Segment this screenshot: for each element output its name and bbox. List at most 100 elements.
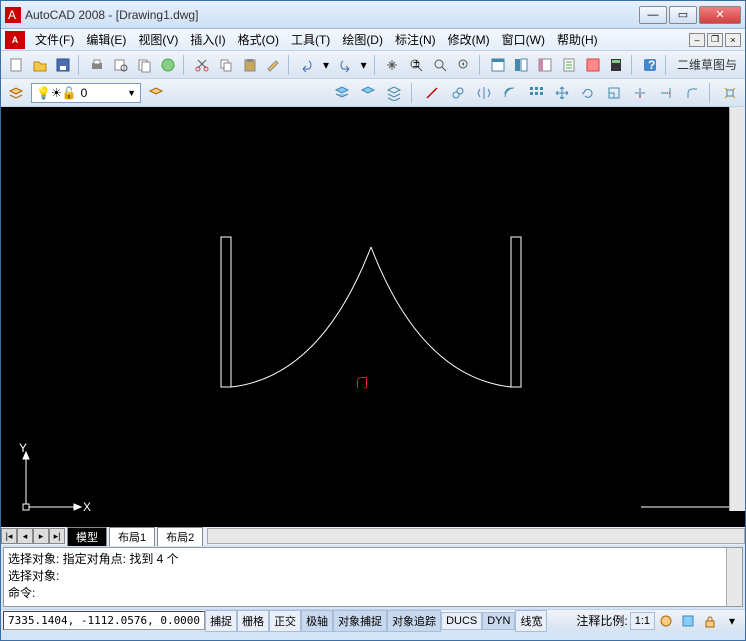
mdi-restore-button[interactable]: ❐ bbox=[707, 33, 723, 47]
menu-insert[interactable]: 插入(I) bbox=[184, 29, 231, 50]
tab-layout1[interactable]: 布局1 bbox=[109, 527, 155, 546]
paste-button[interactable] bbox=[239, 54, 261, 76]
standard-toolbar: ▾ ▾ ± ? 二维草图与 bbox=[1, 51, 745, 79]
axis-x-label: X bbox=[83, 500, 91, 514]
menu-window[interactable]: 窗口(W) bbox=[496, 29, 551, 50]
sheet-set-button[interactable] bbox=[558, 54, 580, 76]
status-ortho[interactable]: 正交 bbox=[269, 610, 301, 632]
menu-help[interactable]: 帮助(H) bbox=[551, 29, 604, 50]
tool-palette-button[interactable] bbox=[534, 54, 556, 76]
redo-button[interactable] bbox=[334, 54, 356, 76]
menu-format[interactable]: 格式(O) bbox=[232, 29, 285, 50]
svg-text:?: ? bbox=[648, 58, 655, 72]
copy-button[interactable] bbox=[215, 54, 237, 76]
layer-props-button[interactable] bbox=[5, 82, 27, 104]
markup-button[interactable] bbox=[582, 54, 604, 76]
menu-draw[interactable]: 绘图(D) bbox=[336, 29, 389, 50]
bulb-icon: 💡 bbox=[36, 86, 51, 100]
status-ducs[interactable]: DUCS bbox=[441, 612, 482, 630]
calc-button[interactable] bbox=[605, 54, 627, 76]
status-polar[interactable]: 极轴 bbox=[301, 610, 333, 632]
zoom-realtime-button[interactable]: ± bbox=[405, 54, 427, 76]
save-button[interactable] bbox=[53, 54, 75, 76]
anno-auto-button[interactable] bbox=[677, 610, 699, 632]
minimize-button[interactable]: — bbox=[639, 6, 667, 24]
match-button[interactable] bbox=[263, 54, 285, 76]
new-button[interactable] bbox=[5, 54, 27, 76]
properties-button[interactable] bbox=[487, 54, 509, 76]
menu-edit[interactable]: 编辑(E) bbox=[80, 29, 132, 50]
cmd-prompt[interactable]: 命令: bbox=[8, 584, 738, 601]
fillet-button[interactable] bbox=[681, 82, 703, 104]
extend-button[interactable] bbox=[655, 82, 677, 104]
menu-file[interactable]: 文件(F) bbox=[29, 29, 80, 50]
mdi-close-button[interactable]: × bbox=[725, 33, 741, 47]
layer-uniso-button[interactable] bbox=[383, 82, 405, 104]
command-window[interactable]: 选择对象: 指定对角点: 找到 4 个 选择对象: 命令: bbox=[3, 547, 743, 607]
copy-obj-button[interactable] bbox=[447, 82, 469, 104]
status-lock-icon[interactable] bbox=[699, 610, 721, 632]
cut-button[interactable] bbox=[191, 54, 213, 76]
undo-dropdown[interactable]: ▾ bbox=[320, 54, 332, 76]
title-bar: A AutoCAD 2008 - [Drawing1.dwg] — ▭ ✕ bbox=[1, 1, 745, 29]
explode-button[interactable] bbox=[719, 82, 741, 104]
design-center-button[interactable] bbox=[510, 54, 532, 76]
cmd-history-line: 选择对象: 指定对角点: 找到 4 个 bbox=[8, 550, 738, 567]
rotate-button[interactable] bbox=[577, 82, 599, 104]
plot-button[interactable] bbox=[158, 54, 180, 76]
trim-button[interactable] bbox=[629, 82, 651, 104]
line-button[interactable] bbox=[421, 82, 443, 104]
horizontal-scrollbar[interactable] bbox=[207, 528, 745, 544]
publish-button[interactable] bbox=[134, 54, 156, 76]
mirror-button[interactable] bbox=[473, 82, 495, 104]
status-osnap[interactable]: 对象捕捉 bbox=[333, 610, 387, 632]
offset-button[interactable] bbox=[499, 82, 521, 104]
acad-logo-icon[interactable]: A bbox=[5, 31, 25, 49]
status-bar: 7335.1404, -1112.0576, 0.0000 捕捉 栅格 正交 极… bbox=[1, 609, 745, 631]
array-button[interactable] bbox=[525, 82, 547, 104]
cmd-scrollbar[interactable] bbox=[726, 548, 742, 606]
maximize-button[interactable]: ▭ bbox=[669, 6, 697, 24]
drawing-canvas-wrap: 门 X Y bbox=[1, 107, 745, 527]
close-button[interactable]: ✕ bbox=[699, 6, 741, 24]
anno-vis-button[interactable] bbox=[655, 610, 677, 632]
status-dyn[interactable]: DYN bbox=[482, 612, 515, 630]
menu-tools[interactable]: 工具(T) bbox=[285, 29, 336, 50]
layer-combo[interactable]: 💡 ☀ 🔓 0 ▼ bbox=[31, 83, 141, 103]
zoom-previous-button[interactable] bbox=[453, 54, 475, 76]
status-lwt[interactable]: 线宽 bbox=[515, 610, 547, 632]
redo-dropdown[interactable]: ▾ bbox=[358, 54, 370, 76]
preview-button[interactable] bbox=[110, 54, 132, 76]
layer-iso-button[interactable] bbox=[357, 82, 379, 104]
mdi-minimize-button[interactable]: – bbox=[689, 33, 705, 47]
open-button[interactable] bbox=[29, 54, 51, 76]
pan-button[interactable] bbox=[382, 54, 404, 76]
layer-states-button[interactable] bbox=[331, 82, 353, 104]
print-button[interactable] bbox=[86, 54, 108, 76]
status-snap[interactable]: 捕捉 bbox=[205, 610, 237, 632]
menu-modify[interactable]: 修改(M) bbox=[442, 29, 496, 50]
status-otrack[interactable]: 对象追踪 bbox=[387, 610, 441, 632]
anno-scale-value[interactable]: 1:1 bbox=[630, 612, 655, 630]
tab-last-button[interactable]: ▸| bbox=[49, 528, 65, 544]
menu-view[interactable]: 视图(V) bbox=[132, 29, 184, 50]
undo-button[interactable] bbox=[296, 54, 318, 76]
tab-first-button[interactable]: |◂ bbox=[1, 528, 17, 544]
status-tray-button[interactable]: ▾ bbox=[721, 610, 743, 632]
tab-model[interactable]: 模型 bbox=[67, 527, 107, 546]
vertical-scrollbar[interactable] bbox=[729, 107, 745, 511]
layer-previous-button[interactable] bbox=[145, 82, 167, 104]
help-button[interactable]: ? bbox=[639, 54, 661, 76]
zoom-window-button[interactable] bbox=[429, 54, 451, 76]
menu-dimension[interactable]: 标注(N) bbox=[389, 29, 442, 50]
move-button[interactable] bbox=[551, 82, 573, 104]
svg-text:A: A bbox=[8, 8, 16, 22]
scale-button[interactable] bbox=[603, 82, 625, 104]
tab-layout2[interactable]: 布局2 bbox=[157, 527, 203, 546]
drawing-label: 门 bbox=[356, 375, 368, 390]
tab-next-button[interactable]: ▸ bbox=[33, 528, 49, 544]
menu-bar: A 文件(F) 编辑(E) 视图(V) 插入(I) 格式(O) 工具(T) 绘图… bbox=[1, 29, 745, 51]
drawing-canvas[interactable]: 门 X Y bbox=[1, 107, 731, 527]
tab-prev-button[interactable]: ◂ bbox=[17, 528, 33, 544]
status-grid[interactable]: 栅格 bbox=[237, 610, 269, 632]
